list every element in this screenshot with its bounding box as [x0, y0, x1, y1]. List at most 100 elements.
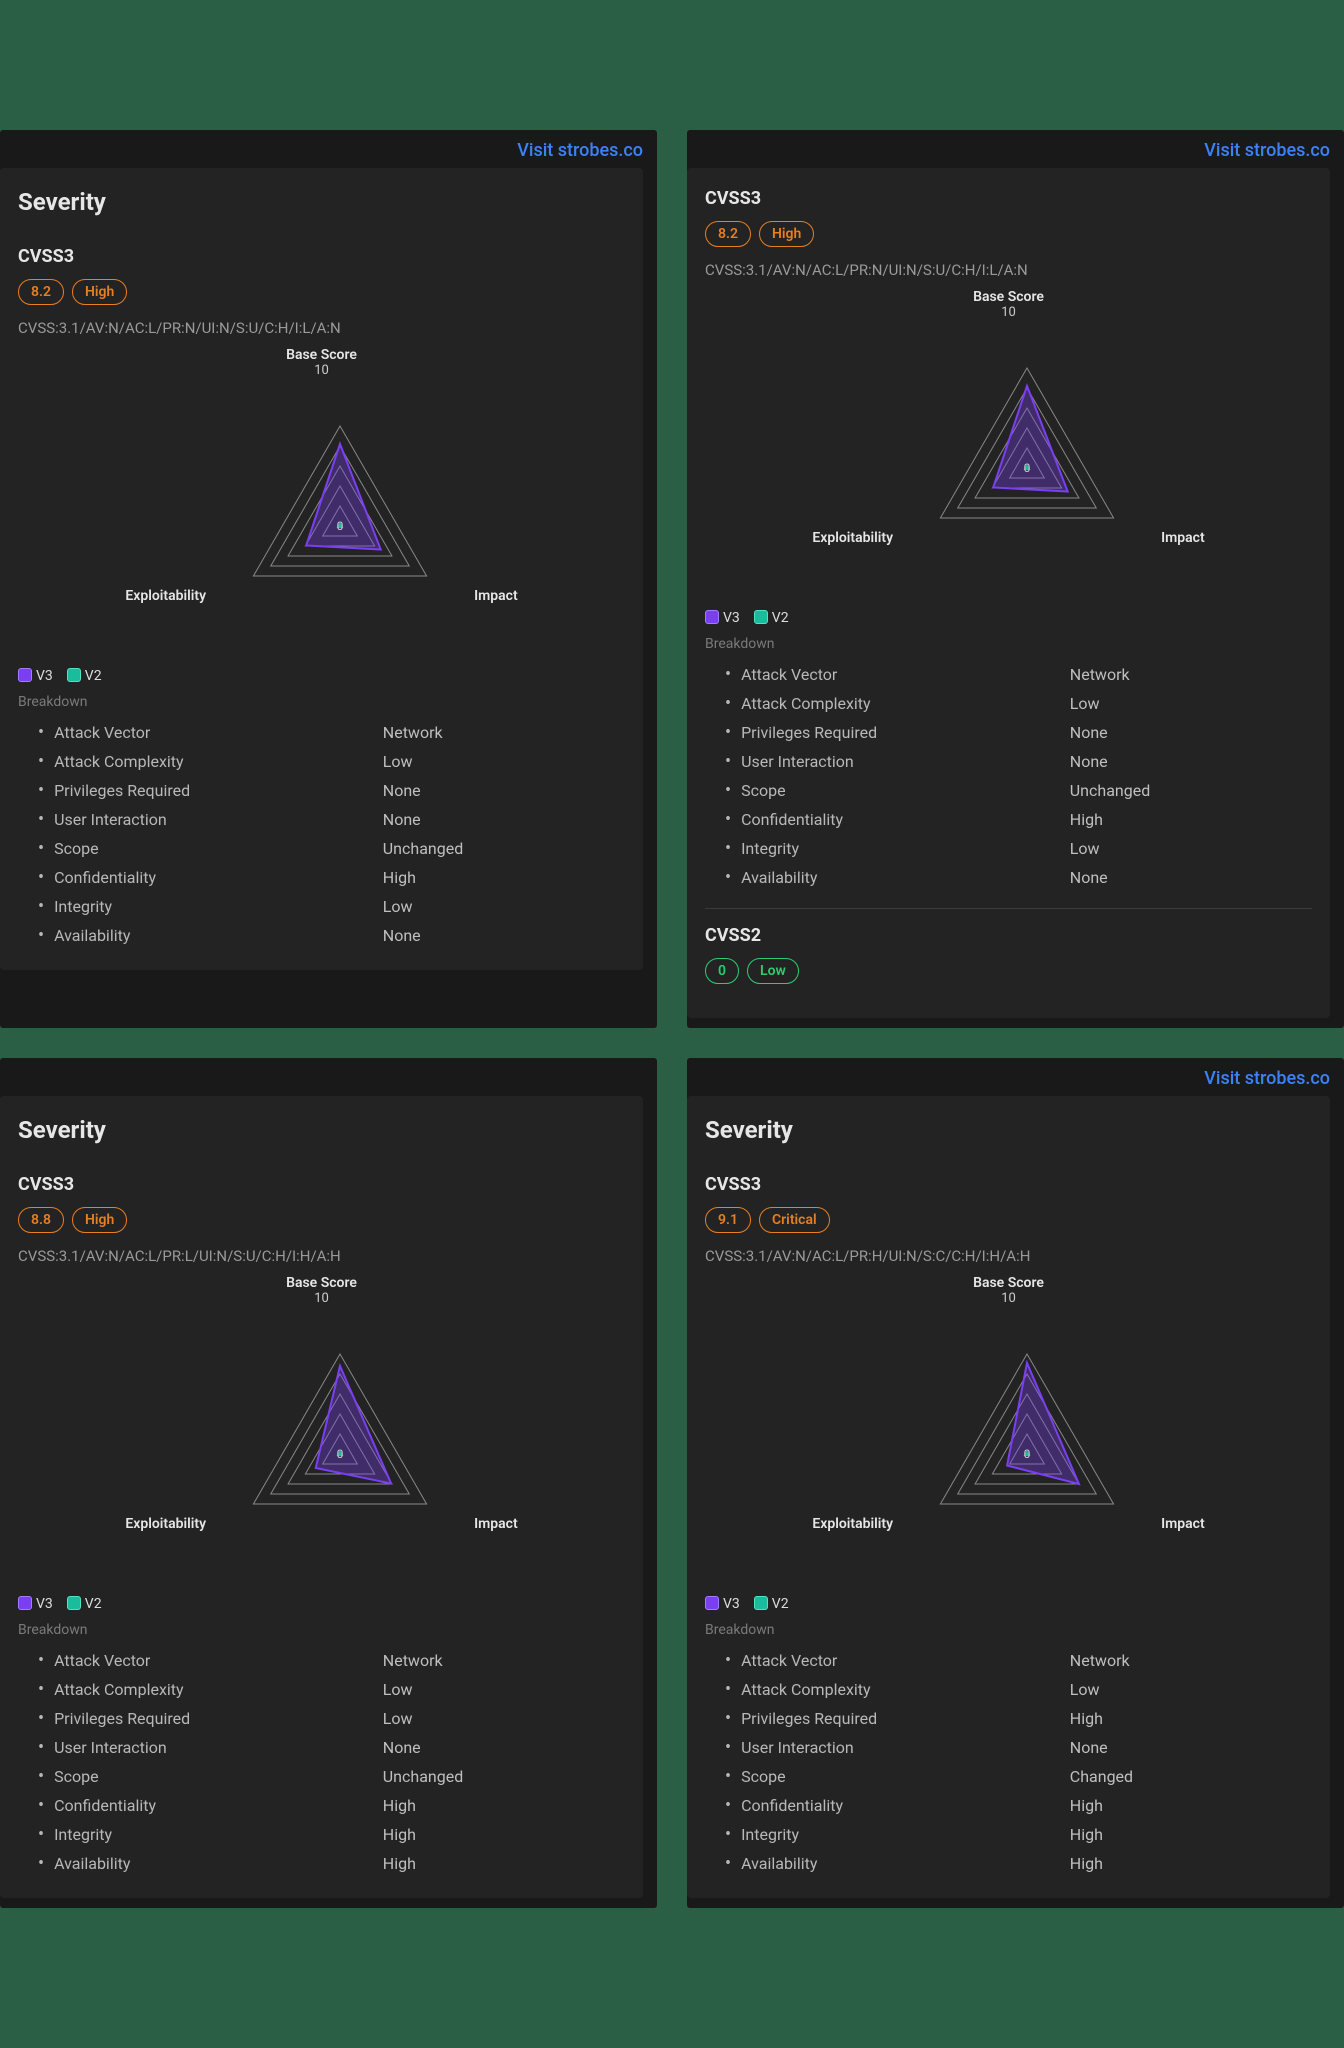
breakdown-label: User Interaction [741, 1738, 1070, 1757]
severity-pill: 9.1 [705, 1207, 751, 1233]
breakdown-value: None [383, 810, 625, 829]
breakdown-heading: Breakdown [705, 1622, 1312, 1638]
legend-v2: V2 [754, 610, 789, 626]
breakdown-row: Confidentiality High [725, 1791, 1312, 1820]
cvss2-title: CVSS2 [705, 925, 1312, 946]
breakdown-row: User Interaction None [38, 805, 625, 834]
breakdown-label: Availability [54, 926, 383, 945]
severity-card: SeverityCVSS3 8.2 High CVSS:3.1/AV:N/AC:… [0, 168, 643, 970]
breakdown-label: Integrity [54, 1825, 383, 1844]
cvss-vector: CVSS:3.1/AV:N/AC:L/PR:N/UI:N/S:U/C:H/I:L… [705, 261, 1312, 279]
breakdown-row: User Interaction None [725, 1733, 1312, 1762]
breakdown-row: Attack Vector Network [38, 1646, 625, 1675]
radar-left-label: Exploitability [812, 1516, 893, 1532]
breakdown-label: Confidentiality [54, 1796, 383, 1815]
visit-link[interactable]: Visit strobes.co [517, 140, 643, 161]
breakdown-row: Scope Unchanged [725, 776, 1312, 805]
breakdown-row: Integrity Low [38, 892, 625, 921]
legend-v2: V2 [67, 1596, 102, 1612]
breakdown-heading: Breakdown [705, 636, 1312, 652]
radar-top-label: Base Score10 [18, 1275, 625, 1306]
breakdown-label: Integrity [741, 839, 1070, 858]
svg-text:0: 0 [337, 1447, 344, 1461]
breakdown-row: Availability High [725, 1849, 1312, 1878]
severity-title: Severity [18, 188, 625, 216]
breakdown-value: High [383, 868, 625, 887]
breakdown-label: Privileges Required [741, 1709, 1070, 1728]
breakdown-value: None [1070, 723, 1312, 742]
breakdown-label: Confidentiality [741, 1796, 1070, 1815]
severity-card: SeverityCVSS3 9.1 Critical CVSS:3.1/AV:N… [687, 1096, 1330, 1898]
radar-right-label: Impact [1161, 1516, 1205, 1532]
breakdown-list: Attack Vector Network Attack Complexity … [705, 660, 1312, 892]
legend-v2: V2 [67, 668, 102, 684]
legend: V3 V2 [18, 1596, 625, 1612]
swatch-v3-icon [705, 610, 719, 624]
breakdown-value: Network [1070, 665, 1312, 684]
radar-left-label: Exploitability [125, 588, 206, 604]
breakdown-row: Integrity High [725, 1820, 1312, 1849]
breakdown-label: Privileges Required [54, 1709, 383, 1728]
breakdown-row: Privileges Required None [38, 776, 625, 805]
breakdown-label: Scope [741, 1767, 1070, 1786]
pill-row: 8.2 High [18, 279, 625, 305]
breakdown-row: Scope Changed [725, 1762, 1312, 1791]
radar-chart: 0 [210, 378, 470, 638]
radar-wrap: Base Score10 Exploitability 0 Impact [705, 1275, 1312, 1566]
swatch-v3-icon [18, 668, 32, 682]
legend-v3: V3 [18, 1596, 53, 1612]
cvss3-title: CVSS3 [705, 188, 1312, 209]
breakdown-label: Privileges Required [54, 781, 383, 800]
breakdown-label: Confidentiality [741, 810, 1070, 829]
breakdown-label: Availability [741, 868, 1070, 887]
severity-title: Severity [705, 1116, 1312, 1144]
breakdown-value: Low [1070, 694, 1312, 713]
svg-text:0: 0 [1024, 1447, 1031, 1461]
breakdown-row: User Interaction None [725, 747, 1312, 776]
breakdown-value: Changed [1070, 1767, 1312, 1786]
svg-text:0: 0 [337, 519, 344, 533]
breakdown-value: Unchanged [383, 839, 625, 858]
breakdown-row: Privileges Required None [725, 718, 1312, 747]
breakdown-label: Confidentiality [54, 868, 383, 887]
severity-pill: High [72, 1207, 127, 1233]
breakdown-row: Integrity Low [725, 834, 1312, 863]
breakdown-label: Scope [54, 1767, 383, 1786]
radar-chart: 0 [897, 1306, 1157, 1566]
breakdown-label: Scope [741, 781, 1070, 800]
radar-chart: 0 [897, 320, 1157, 580]
pill-row: 8.2 High [705, 221, 1312, 247]
radar-right-label: Impact [474, 1516, 518, 1532]
severity-card: CVSS3 8.2 High CVSS:3.1/AV:N/AC:L/PR:N/U… [687, 168, 1330, 1018]
visit-link[interactable]: Visit strobes.co [1204, 1068, 1330, 1089]
breakdown-row: Privileges Required High [725, 1704, 1312, 1733]
swatch-v3-icon [18, 1596, 32, 1610]
breakdown-row: Scope Unchanged [38, 1762, 625, 1791]
swatch-v3-icon [705, 1596, 719, 1610]
breakdown-label: Scope [54, 839, 383, 858]
cvss-vector: CVSS:3.1/AV:N/AC:L/PR:L/UI:N/S:U/C:H/I:H… [18, 1247, 625, 1265]
legend: V3 V2 [705, 610, 1312, 626]
swatch-v2-icon [67, 668, 81, 682]
breakdown-row: Confidentiality High [38, 1791, 625, 1820]
breakdown-label: User Interaction [741, 752, 1070, 771]
legend-v3: V3 [705, 610, 740, 626]
breakdown-row: Attack Vector Network [725, 660, 1312, 689]
radar-top-label: Base Score10 [705, 1275, 1312, 1306]
severity-pill: 0 [705, 958, 739, 984]
cvss-vector: CVSS:3.1/AV:N/AC:L/PR:N/UI:N/S:U/C:H/I:L… [18, 319, 625, 337]
severity-panel: Visit strobes.co CVSS3 8.2 High CVSS:3.1/… [687, 130, 1344, 1028]
breakdown-label: Attack Complexity [741, 694, 1070, 713]
panel-header: Visit strobes.co [687, 1058, 1344, 1096]
breakdown-row: Confidentiality High [725, 805, 1312, 834]
breakdown-value: Network [383, 1651, 625, 1670]
breakdown-value: High [1070, 1709, 1312, 1728]
breakdown-value: High [1070, 1796, 1312, 1815]
visit-link[interactable]: Visit strobes.co [1204, 140, 1330, 161]
breakdown-heading: Breakdown [18, 1622, 625, 1638]
breakdown-value: Low [383, 1709, 625, 1728]
legend: V3 V2 [18, 668, 625, 684]
breakdown-value: High [1070, 1854, 1312, 1873]
radar-wrap: Base Score10 Exploitability 0 Impact [18, 347, 625, 638]
breakdown-row: Attack Complexity Low [38, 1675, 625, 1704]
